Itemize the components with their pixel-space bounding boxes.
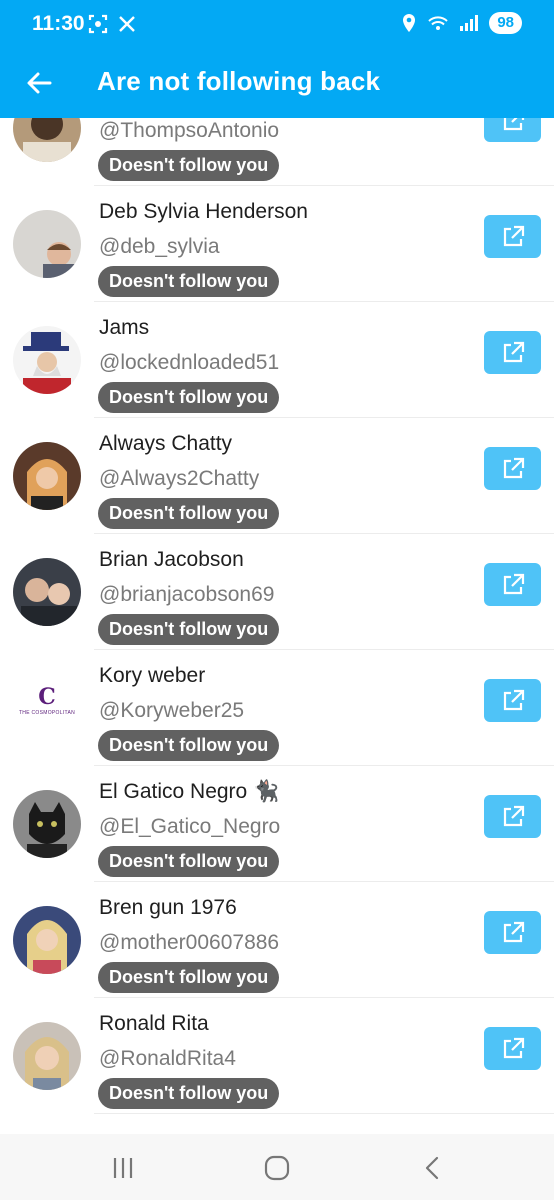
avatar [13, 558, 81, 626]
avatar [13, 118, 81, 162]
open-profile-button[interactable] [484, 118, 541, 142]
user-handle: @Koryweber25 [99, 699, 245, 722]
avatar [13, 326, 81, 394]
signal-icon [460, 15, 479, 31]
status-badge: Doesn't follow you [98, 846, 280, 877]
avatar-logo-letter: C [38, 684, 56, 710]
user-handle: @brianjacobson69 [99, 583, 275, 606]
status-badge: Doesn't follow you [98, 498, 280, 529]
x-logo-icon [119, 16, 135, 32]
status-badge: Doesn't follow you [98, 266, 280, 297]
status-badge: Doesn't follow you [98, 150, 280, 181]
external-link-icon [503, 689, 524, 710]
avatar-logo-caption: THE COSMOPOLITAN [18, 710, 76, 716]
user-name: Kory weber [99, 664, 206, 687]
page-title: Are not following back [97, 66, 381, 96]
avatar [13, 790, 81, 858]
user-row[interactable]: Ronald Rita @RonaldRita4 Doesn't follow … [0, 998, 554, 1114]
status-time: 11:30 [32, 12, 85, 35]
user-handle: @El_Gatico_Negro [99, 815, 281, 838]
user-row[interactable]: El Gatico Negro 🐈‍⬛ @El_Gatico_Negro Doe… [0, 766, 554, 882]
user-name: Brian Jacobson [99, 548, 244, 571]
battery-indicator: 98 [489, 12, 522, 34]
location-icon [403, 14, 416, 32]
avatar: C THE COSMOPOLITAN [13, 674, 81, 742]
open-profile-button[interactable] [484, 679, 541, 722]
user-handle: @deb_sylvia [99, 235, 220, 258]
user-row[interactable]: Brian Jacobson @brianjacobson69 Doesn't … [0, 534, 554, 650]
user-name: El Gatico Negro 🐈‍⬛ [99, 780, 280, 803]
user-list[interactable]: @ThompsoAntonio Doesn't follow you Deb S… [0, 118, 554, 1134]
avatar [13, 210, 81, 278]
status-badge: Doesn't follow you [98, 614, 280, 645]
open-profile-button[interactable] [484, 215, 541, 258]
user-row[interactable]: @ThompsoAntonio Doesn't follow you [0, 118, 554, 186]
user-name: Jams [99, 316, 150, 339]
external-link-icon [503, 341, 524, 362]
open-profile-button[interactable] [484, 795, 541, 838]
external-link-icon [503, 573, 524, 594]
status-badge: Doesn't follow you [98, 1078, 280, 1109]
open-profile-button[interactable] [484, 911, 541, 954]
open-profile-button[interactable] [484, 563, 541, 606]
user-row[interactable]: Jams @lockednloaded51 Doesn't follow you [0, 302, 554, 418]
external-link-icon [503, 1037, 524, 1058]
user-handle: @RonaldRita4 [99, 1047, 236, 1070]
avatar [13, 906, 81, 974]
wifi-icon [428, 16, 449, 30]
user-row[interactable]: Bren gun 1976 @mother00607886 Doesn't fo… [0, 882, 554, 998]
status-icons-right: 98 [401, 12, 522, 34]
open-profile-button[interactable] [484, 331, 541, 374]
back-arrow-icon[interactable] [22, 66, 56, 100]
user-name: Deb Sylvia Henderson [99, 200, 308, 223]
status-badge: Doesn't follow you [98, 382, 280, 413]
external-link-icon [503, 921, 524, 942]
user-row[interactable]: C THE COSMOPOLITAN Kory weber @Koryweber… [0, 650, 554, 766]
status-bar: 11:30 98 [0, 0, 554, 50]
external-link-icon [503, 805, 524, 826]
user-name: Bren gun 1976 [99, 896, 237, 919]
user-name: Always Chatty [99, 432, 233, 455]
status-icons-left [88, 14, 136, 34]
back-icon[interactable] [419, 1154, 447, 1182]
user-handle: @ThompsoAntonio [99, 119, 280, 142]
recents-icon[interactable] [109, 1154, 137, 1182]
external-link-icon [503, 225, 524, 246]
divider [94, 1113, 554, 1114]
system-nav-bar [0, 1134, 554, 1200]
cosmopolitan-logo: C THE COSMOPOLITAN [13, 674, 81, 742]
user-handle: @Always2Chatty [99, 467, 260, 490]
status-badge: Doesn't follow you [98, 962, 280, 993]
user-handle: @mother00607886 [99, 931, 280, 954]
open-profile-button[interactable] [484, 447, 541, 490]
home-icon[interactable] [263, 1154, 291, 1182]
user-name: Ronald Rita [99, 1012, 209, 1035]
avatar [13, 1022, 81, 1090]
user-handle: @lockednloaded51 [99, 351, 280, 374]
screenshot-icon [88, 14, 108, 34]
open-profile-button[interactable] [484, 1027, 541, 1070]
external-link-icon [503, 457, 524, 478]
user-row[interactable]: Deb Sylvia Henderson @deb_sylvia Doesn't… [0, 186, 554, 302]
status-badge: Doesn't follow you [98, 730, 280, 761]
user-row[interactable]: Always Chatty @Always2Chatty Doesn't fol… [0, 418, 554, 534]
app-bar: Are not following back [0, 50, 554, 118]
external-link-icon [503, 118, 524, 130]
avatar [13, 442, 81, 510]
